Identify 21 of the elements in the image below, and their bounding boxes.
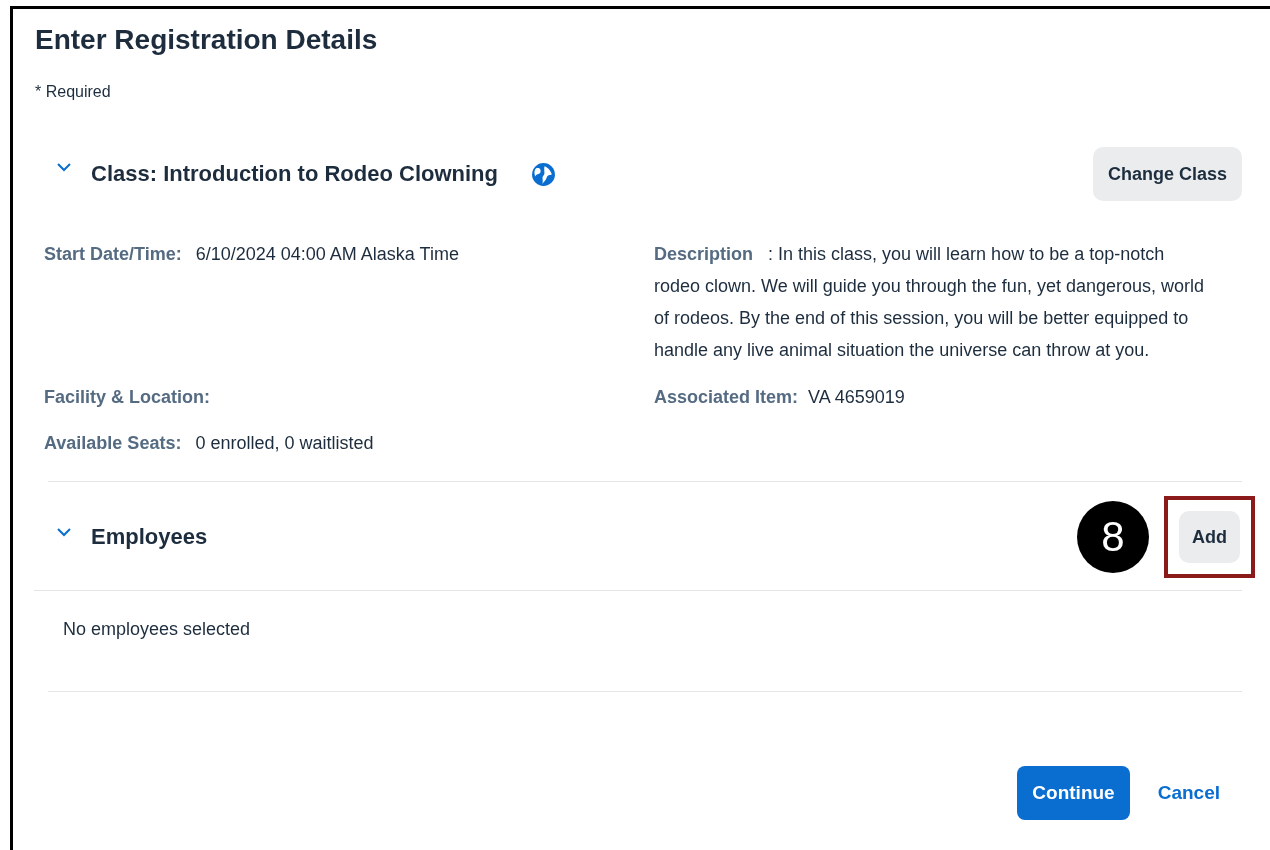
field-label: Facility & Location: bbox=[44, 387, 211, 407]
chevron-down-icon[interactable] bbox=[57, 162, 71, 172]
change-class-button[interactable]: Change Class bbox=[1092, 147, 1242, 201]
field-value: VA 4659019 bbox=[808, 387, 905, 407]
field-label: Associated Item: bbox=[654, 387, 799, 407]
description-text: Description : In this class, you will learn how to be a top-notch rodeo clown. We will guide you through the fun, yet dangerous, world of rodeos. By the end of this session, you will be better equipped to handle any live animal situation the universe can throw at you. bbox=[654, 243, 1205, 362]
field-value: 0 enrolled, 0 waitlisted bbox=[195, 433, 374, 453]
empty-message: No employees selected bbox=[62, 618, 252, 641]
continue-button[interactable]: Continue bbox=[1017, 766, 1130, 820]
field-value: 6/10/2024 04:00 AM Alaska Time bbox=[195, 244, 459, 264]
page-title: Enter Registration Details bbox=[35, 23, 379, 57]
field-label: Start Date/Time: bbox=[44, 244, 182, 264]
step-marker: 8 bbox=[1077, 501, 1149, 573]
chevron-down-icon[interactable] bbox=[57, 527, 71, 537]
cancel-link[interactable]: Cancel bbox=[1157, 782, 1220, 804]
section-title: Employees bbox=[91, 524, 208, 550]
field-label: Available Seats: bbox=[44, 433, 182, 453]
add-button[interactable]: Add bbox=[1179, 511, 1240, 563]
section-title: Class: Introduction to Rodeo Clowning bbox=[91, 161, 498, 187]
globe-icon bbox=[530, 161, 556, 187]
required-note: * Required bbox=[35, 83, 112, 101]
